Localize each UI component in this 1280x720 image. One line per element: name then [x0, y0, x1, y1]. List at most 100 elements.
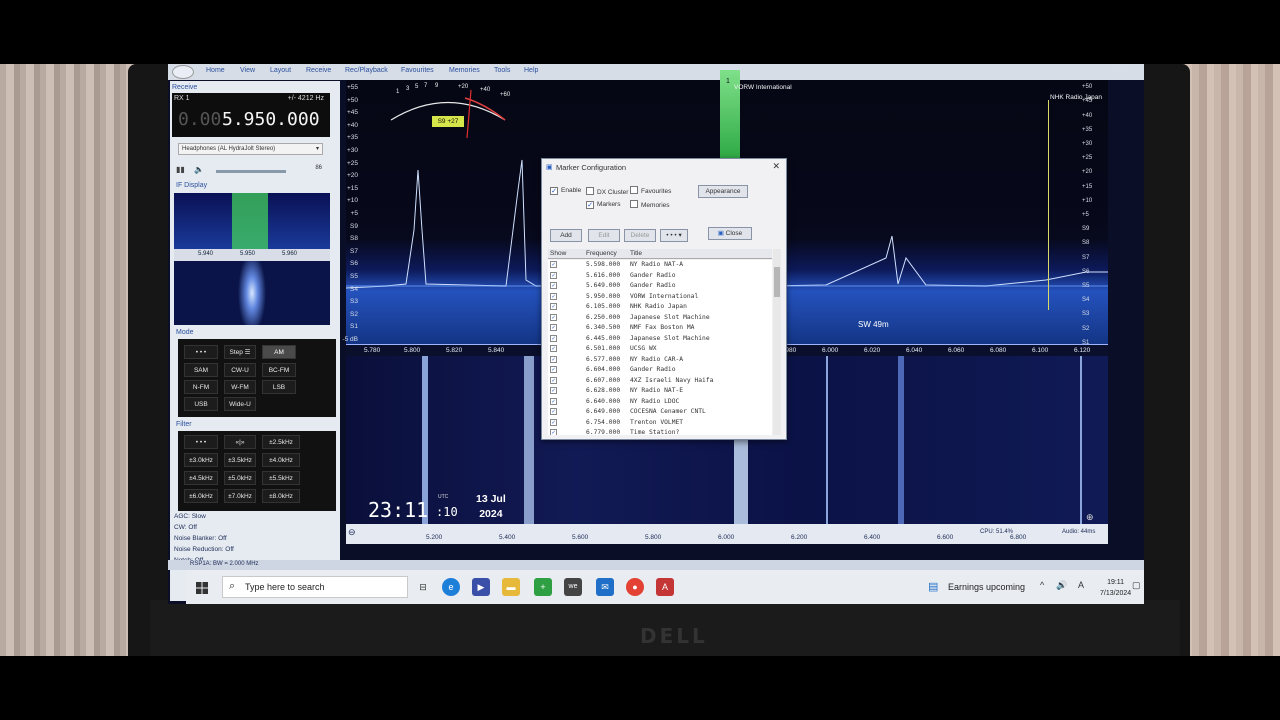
marker-table-scrollbar[interactable] [773, 249, 781, 435]
mode-wfm-button[interactable]: W-FM [224, 380, 256, 394]
mode-step-button[interactable]: Step ☰ [224, 345, 256, 359]
taskbar-search-box[interactable]: ⌕ Type here to search [222, 576, 408, 598]
show-checkbox[interactable]: ✓ [550, 271, 557, 279]
edit-button[interactable]: Edit [588, 229, 620, 242]
rx-frequency[interactable]: 5.950.000 [222, 109, 320, 130]
menu-memories[interactable]: Memories [449, 67, 480, 74]
marker-row[interactable]: ✓ 5.616.000 Gander Radio [548, 271, 772, 282]
show-checkbox[interactable]: ✓ [550, 261, 557, 268]
filter-5-5khz-button[interactable]: ±5.5kHz [262, 471, 300, 485]
marker-row[interactable]: ✓ 6.501.000 UCSG WX [548, 344, 772, 355]
menu-layout[interactable]: Layout [270, 67, 291, 74]
menu-rec-playback[interactable]: Rec/Playback [345, 67, 388, 74]
add-button[interactable]: Add [550, 229, 582, 242]
marker-row[interactable]: ✓ 6.640.000 NY Radio LDOC [548, 397, 772, 408]
input-method-icon[interactable]: A [1078, 580, 1084, 590]
show-checkbox[interactable]: ✓ [550, 292, 557, 300]
show-checkbox[interactable]: ✓ [550, 429, 557, 435]
sdr-app-icon[interactable]: A [656, 578, 674, 596]
mail-icon[interactable]: ✉ [596, 578, 614, 596]
menu-receive[interactable]: Receive [306, 67, 331, 74]
marker-row[interactable]: ✓ 6.628.000 NY Radio NAT-E [548, 386, 772, 397]
menu-view[interactable]: View [240, 67, 255, 74]
show-checkbox[interactable]: ✓ [550, 408, 557, 415]
delete-button[interactable]: Delete [624, 229, 656, 242]
speaker-icon[interactable]: 🔈 [194, 165, 204, 174]
marker-row[interactable]: ✓ 6.604.000 Gander Radio [548, 365, 772, 376]
filter-5-0khz-button[interactable]: ±5.0kHz [224, 471, 256, 485]
marker-row[interactable]: ✓ 6.250.000 Japanese Slot Machine [548, 313, 772, 324]
mode-am-button[interactable]: AM [262, 345, 296, 359]
vorw-marker-label[interactable]: VORW International [734, 84, 792, 91]
marker-row[interactable]: ✓ 6.577.000 NY Radio CAR-A [548, 355, 772, 366]
more-options-button[interactable]: • • • ▾ [660, 229, 688, 242]
close-icon[interactable]: ✕ [772, 161, 780, 172]
app-we-icon[interactable]: we [564, 578, 582, 596]
edge-browser-icon[interactable]: e [442, 578, 460, 596]
appearance-button[interactable]: Appearance [698, 185, 748, 198]
mode-nfm-button[interactable]: N-FM [184, 380, 218, 394]
marker-row[interactable]: ✓ 6.779.000 Time Station? [548, 428, 772, 435]
filter-2-5khz-button[interactable]: ±2.5kHz [262, 435, 300, 449]
news-icon[interactable]: ▤ [928, 580, 938, 593]
if-display[interactable]: 5.940 5.950 5.960 [174, 193, 330, 325]
marker-row[interactable]: ✓ 6.340.500 NMF Fax Boston MA [548, 323, 772, 334]
column-title[interactable]: Title [630, 250, 642, 257]
show-checkbox[interactable]: ✓ [550, 303, 557, 310]
noise-blanker-status[interactable]: Noise Blanker: Off [174, 535, 334, 546]
cw-status[interactable]: CW: Off [174, 524, 334, 535]
filter-3-5khz-button[interactable]: ±3.5kHz [224, 453, 256, 467]
show-checkbox[interactable]: ✓ [550, 376, 557, 384]
filter-3-0khz-button[interactable]: ±3.0kHz [184, 453, 218, 467]
mode-usb-button[interactable]: USB [184, 397, 218, 411]
mode-lsb-button[interactable]: LSB [262, 380, 296, 394]
mode-more-button[interactable]: • • • [184, 345, 218, 359]
filter-6-0khz-button[interactable]: ±6.0kHz [184, 489, 218, 503]
marker-row[interactable]: ✓ 5.950.000 VORW International [548, 292, 772, 303]
menu-home[interactable]: Home [206, 67, 225, 74]
memories-checkbox[interactable]: Memories [630, 200, 670, 209]
marker-row[interactable]: ✓ 5.598.000 NY Radio NAT-A [548, 260, 772, 271]
chrome-icon[interactable]: ● [626, 578, 644, 596]
filter-7-0khz-button[interactable]: ±7.0kHz [224, 489, 256, 503]
task-view-icon[interactable]: ⊟ [414, 578, 432, 596]
menu-favourites[interactable]: Favourites [401, 67, 434, 74]
marker-row[interactable]: ✓ 6.607.000 4XZ Israeli Navy Haifa [548, 376, 772, 387]
show-checkbox[interactable]: ✓ [550, 397, 557, 405]
zoom-in-icon[interactable]: ⊕ [1086, 512, 1094, 523]
show-checkbox[interactable]: ✓ [550, 387, 557, 394]
mode-wideu-button[interactable]: Wide-U [224, 397, 256, 411]
volume-icon[interactable]: 🔊 [1056, 580, 1067, 591]
filter-4-0khz-button[interactable]: ±4.0kHz [262, 453, 300, 467]
markers-checkbox[interactable]: ✓ Markers [586, 201, 620, 209]
show-checkbox[interactable]: ✓ [550, 418, 557, 426]
noise-reduction-status[interactable]: Noise Reduction: Off [174, 546, 334, 557]
mode-sam-button[interactable]: SAM [184, 363, 218, 377]
filter-8-0khz-button[interactable]: ±8.0kHz [262, 489, 300, 503]
marker-row[interactable]: ✓ 6.754.000 Trenton VOLMET [548, 418, 772, 429]
volume-slider[interactable] [216, 170, 286, 173]
scrollbar-thumb[interactable] [774, 267, 780, 297]
windows-start-icon[interactable] [196, 582, 208, 594]
column-show[interactable]: Show [550, 250, 566, 257]
earnings-widget[interactable]: Earnings upcoming [948, 582, 1025, 592]
enable-checkbox[interactable]: ✓ Enable [550, 187, 581, 195]
show-checkbox[interactable]: ✓ [550, 366, 557, 373]
filter-more-button[interactable]: • • • [184, 435, 218, 449]
zoom-out-icon[interactable]: ⊖ [348, 527, 356, 538]
file-explorer-icon[interactable]: ▬ [502, 578, 520, 596]
menu-help[interactable]: Help [524, 67, 538, 74]
spreadsheet-icon[interactable]: + [534, 578, 552, 596]
app-menu-orb[interactable] [172, 65, 194, 79]
if-passband[interactable] [232, 193, 268, 249]
rx-frequency-display[interactable]: RX 1 +/- 4212 Hz 0.00 5.950.000 [172, 93, 330, 137]
show-checkbox[interactable]: ✓ [550, 313, 557, 321]
mode-bcfm-button[interactable]: BC-FM [262, 363, 296, 377]
show-checkbox[interactable]: ✓ [550, 355, 557, 363]
column-frequency[interactable]: Frequency [586, 250, 617, 257]
marker-row[interactable]: ✓ 6.105.000 NHK Radio Japan [548, 302, 772, 313]
dx-cluster-checkbox[interactable]: DX Cluster [586, 187, 628, 196]
filter-width-button[interactable]: «|» [224, 435, 256, 449]
marker-row[interactable]: ✓ 6.649.000 COCESNA Cenamer CNTL [548, 407, 772, 418]
marker-row[interactable]: ✓ 5.649.000 Gander Radio [548, 281, 772, 292]
